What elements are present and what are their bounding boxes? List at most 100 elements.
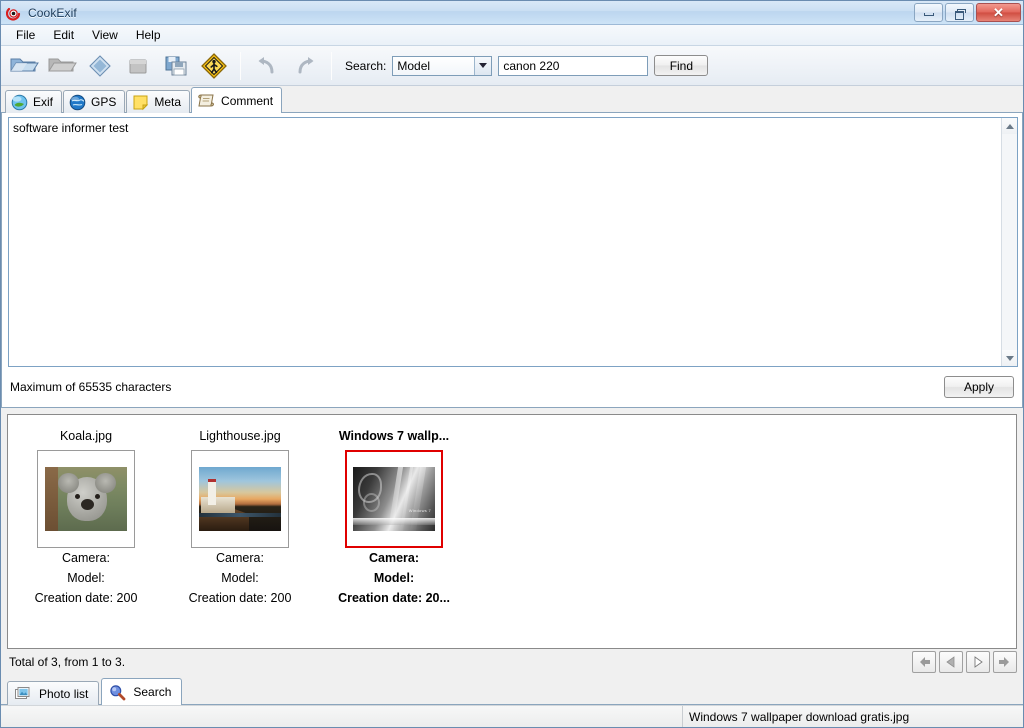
- restore-button[interactable]: [945, 3, 974, 22]
- titlebar: CookExif ✕: [1, 1, 1023, 25]
- menu-help[interactable]: Help: [127, 26, 170, 44]
- stop-button[interactable]: [119, 48, 157, 84]
- koala-image: [45, 467, 127, 531]
- menu-view[interactable]: View: [83, 26, 127, 44]
- cookexif-window: CookExif ✕ File Edit View Help Search: M…: [0, 0, 1024, 728]
- minimize-button[interactable]: [914, 3, 943, 22]
- previous-page-button[interactable]: [939, 651, 963, 673]
- bottom-tab-photo-list-label: Photo list: [39, 686, 89, 701]
- comment-textarea[interactable]: software informer test: [9, 118, 1001, 366]
- menu-edit[interactable]: Edit: [44, 26, 83, 44]
- photo-filename: Koala.jpg: [59, 429, 113, 443]
- bottom-tab-search[interactable]: Search: [101, 678, 183, 705]
- scroll-up-arrow-icon[interactable]: [1002, 118, 1017, 134]
- search-field-select[interactable]: Model: [392, 55, 493, 76]
- tab-meta-label: Meta: [154, 95, 182, 109]
- close-icon: ✕: [993, 5, 1004, 20]
- bottom-tab-search-label: Search: [133, 685, 172, 699]
- next-page-button[interactable]: [966, 651, 990, 673]
- photo-meta-creation-date: Creation date: 200: [188, 591, 292, 605]
- menu-file[interactable]: File: [7, 26, 44, 44]
- photo-thumbnail[interactable]: [191, 450, 289, 548]
- photo-thumbnail[interactable]: [37, 450, 135, 548]
- comment-footer: Maximum of 65535 characters Apply: [2, 367, 1022, 407]
- undo-arrow-icon: [255, 55, 279, 77]
- blue-diamond-file-icon: [87, 53, 113, 79]
- pagination-controls: [912, 651, 1017, 673]
- toolbar-separator-2: [331, 51, 332, 80]
- chevron-down-icon[interactable]: [474, 56, 492, 75]
- photo-item-lighthouse[interactable]: Lighthouse.jpg Camera: Model: Creation d…: [176, 429, 304, 608]
- search-label: Search:: [345, 58, 387, 73]
- photo-meta-camera: Camera:: [216, 551, 264, 565]
- tab-exif-label: Exif: [33, 95, 54, 109]
- redo-arrow-icon: [293, 55, 317, 77]
- tab-gps[interactable]: GPS: [63, 90, 126, 113]
- photo-item-koala[interactable]: Koala.jpg Camera: Model: Creation date: …: [22, 429, 150, 608]
- photo-thumbnail-row: Koala.jpg Camera: Model: Creation date: …: [8, 415, 1016, 608]
- find-button[interactable]: Find: [654, 55, 709, 76]
- photo-thumbnail[interactable]: Windows 7: [345, 450, 443, 548]
- pedestrian-button[interactable]: [195, 48, 233, 84]
- arrow-first-icon: [916, 655, 932, 669]
- menubar: File Edit View Help: [1, 25, 1023, 46]
- comment-textarea-wrap: software informer test: [8, 117, 1018, 367]
- toolbar: Search: Model Find: [1, 46, 1023, 86]
- first-page-button[interactable]: [912, 651, 936, 673]
- tab-comment[interactable]: Comment: [191, 87, 283, 113]
- tab-comment-label: Comment: [221, 93, 274, 108]
- windows7-wallpaper-image: Windows 7: [353, 467, 435, 531]
- max-characters-note: Maximum of 65535 characters: [10, 380, 172, 394]
- magnifier-icon: [108, 684, 127, 701]
- save-disk-icon: [163, 53, 189, 79]
- scroll-down-arrow-icon[interactable]: [1002, 350, 1017, 366]
- blue-folder-icon: [9, 53, 39, 79]
- gray-square-icon: [126, 54, 150, 78]
- bottom-tab-photo-list[interactable]: Photo list: [7, 681, 100, 705]
- search-field-value: Model: [397, 58, 431, 73]
- cookexif-logo-icon: [6, 5, 22, 21]
- close-button[interactable]: ✕: [976, 3, 1021, 22]
- statusbar-left-pane: [1, 706, 683, 727]
- tab-meta[interactable]: Meta: [126, 90, 191, 113]
- undo-button[interactable]: [248, 48, 286, 84]
- statusbar: Windows 7 wallpaper download gratis.jpg: [1, 705, 1023, 727]
- bottom-tabstrip: Photo list Search: [1, 675, 1023, 705]
- comment-panel: software informer test Maximum of 65535 …: [1, 113, 1023, 408]
- toolbar-separator-1: [240, 51, 241, 80]
- comment-scrollbar[interactable]: [1001, 118, 1017, 366]
- meta-note-icon: [132, 94, 149, 111]
- arrow-last-icon: [997, 655, 1013, 669]
- photo-list-panel: Koala.jpg Camera: Model: Creation date: …: [7, 414, 1017, 649]
- last-page-button[interactable]: [993, 651, 1017, 673]
- open-folder-button[interactable]: [5, 48, 43, 84]
- statusbar-filename: Windows 7 wallpaper download gratis.jpg: [689, 709, 910, 724]
- detail-tabstrip: Exif GPS Meta Comment: [1, 86, 1023, 113]
- single-file-button[interactable]: [81, 48, 119, 84]
- photos-stack-icon: [14, 685, 33, 702]
- save-button[interactable]: [157, 48, 195, 84]
- photo-meta-model: Model:: [221, 571, 259, 585]
- arrow-next-icon: [971, 655, 985, 669]
- photo-meta-model: Model:: [373, 571, 415, 585]
- redo-button[interactable]: [286, 48, 324, 84]
- photo-filename: Windows 7 wallp...: [338, 429, 450, 443]
- open-folder-disabled-button[interactable]: [43, 48, 81, 84]
- window-title: CookExif: [28, 5, 77, 20]
- minimize-icon: [923, 13, 934, 16]
- search-input[interactable]: [498, 55, 649, 76]
- toolbar-search-group: Search: Model Find: [345, 55, 709, 76]
- lighthouse-image: [199, 467, 281, 531]
- tab-exif[interactable]: Exif: [5, 90, 63, 113]
- photo-meta-creation-date: Creation date: 20...: [338, 591, 450, 605]
- photo-item-windows7[interactable]: Windows 7 wallp... Windows 7 Camera: Mod…: [330, 429, 458, 608]
- arrow-previous-icon: [944, 655, 958, 669]
- photo-meta-model: Model:: [67, 571, 105, 585]
- photo-meta-camera: Camera:: [368, 551, 420, 565]
- apply-button[interactable]: Apply: [944, 376, 1014, 398]
- photo-list-status-bar: Total of 3, from 1 to 3.: [1, 649, 1023, 675]
- gray-folder-icon: [47, 53, 77, 79]
- scrollbar-track[interactable]: [1002, 134, 1017, 350]
- exif-globe-icon: [11, 94, 28, 111]
- comment-scroll-icon: [197, 92, 216, 109]
